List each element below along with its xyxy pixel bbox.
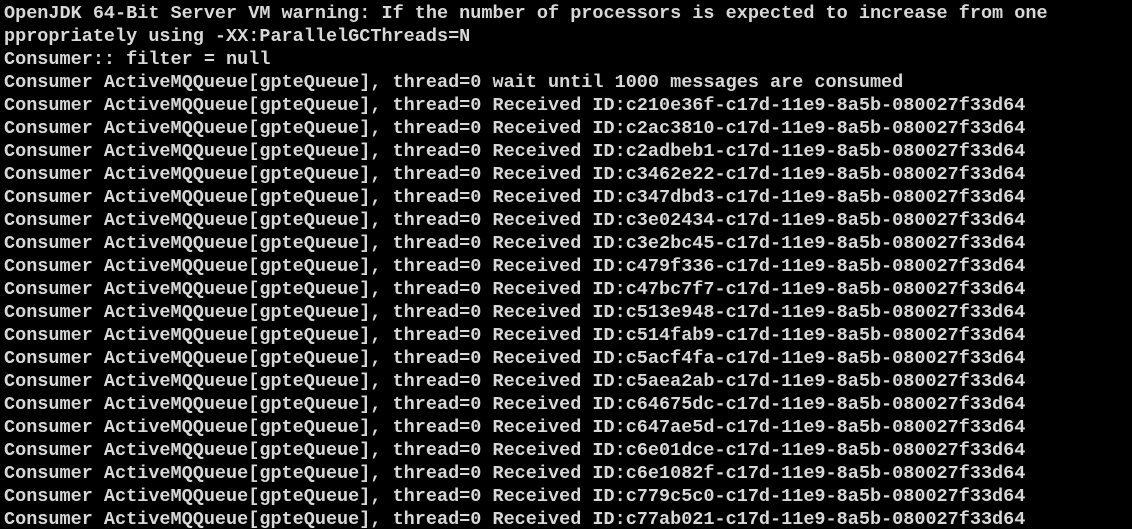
terminal-line-received: Consumer ActiveMQQueue[gpteQueue], threa…: [4, 233, 1026, 254]
terminal-line-warning-continued: ppropriately using -XX:ParallelGCThreads…: [4, 26, 471, 47]
terminal-line-received: Consumer ActiveMQQueue[gpteQueue], threa…: [4, 394, 1026, 415]
terminal-line-received: Consumer ActiveMQQueue[gpteQueue], threa…: [4, 164, 1026, 185]
terminal-line-received: Consumer ActiveMQQueue[gpteQueue], threa…: [4, 210, 1026, 231]
terminal-output[interactable]: OpenJDK 64-Bit Server VM warning: If the…: [0, 0, 1132, 529]
terminal-line-received: Consumer ActiveMQQueue[gpteQueue], threa…: [4, 463, 1026, 484]
terminal-line-received: Consumer ActiveMQQueue[gpteQueue], threa…: [4, 141, 1026, 162]
terminal-line-received: Consumer ActiveMQQueue[gpteQueue], threa…: [4, 302, 1026, 323]
terminal-line-received: Consumer ActiveMQQueue[gpteQueue], threa…: [4, 440, 1026, 461]
terminal-line-received: Consumer ActiveMQQueue[gpteQueue], threa…: [4, 325, 1026, 346]
terminal-line-received: Consumer ActiveMQQueue[gpteQueue], threa…: [4, 95, 1026, 116]
terminal-line-filter: Consumer:: filter = null: [4, 49, 271, 70]
terminal-line-received: Consumer ActiveMQQueue[gpteQueue], threa…: [4, 486, 1026, 507]
terminal-line-received: Consumer ActiveMQQueue[gpteQueue], threa…: [4, 509, 1026, 529]
terminal-line-wait: Consumer ActiveMQQueue[gpteQueue], threa…: [4, 72, 904, 93]
terminal-line-received: Consumer ActiveMQQueue[gpteQueue], threa…: [4, 187, 1026, 208]
terminal-line-received: Consumer ActiveMQQueue[gpteQueue], threa…: [4, 371, 1026, 392]
terminal-line-received: Consumer ActiveMQQueue[gpteQueue], threa…: [4, 256, 1026, 277]
terminal-line-warning: OpenJDK 64-Bit Server VM warning: If the…: [4, 3, 1048, 24]
terminal-line-received: Consumer ActiveMQQueue[gpteQueue], threa…: [4, 417, 1026, 438]
terminal-line-received: Consumer ActiveMQQueue[gpteQueue], threa…: [4, 118, 1026, 139]
terminal-line-received: Consumer ActiveMQQueue[gpteQueue], threa…: [4, 279, 1026, 300]
terminal-line-received: Consumer ActiveMQQueue[gpteQueue], threa…: [4, 348, 1026, 369]
